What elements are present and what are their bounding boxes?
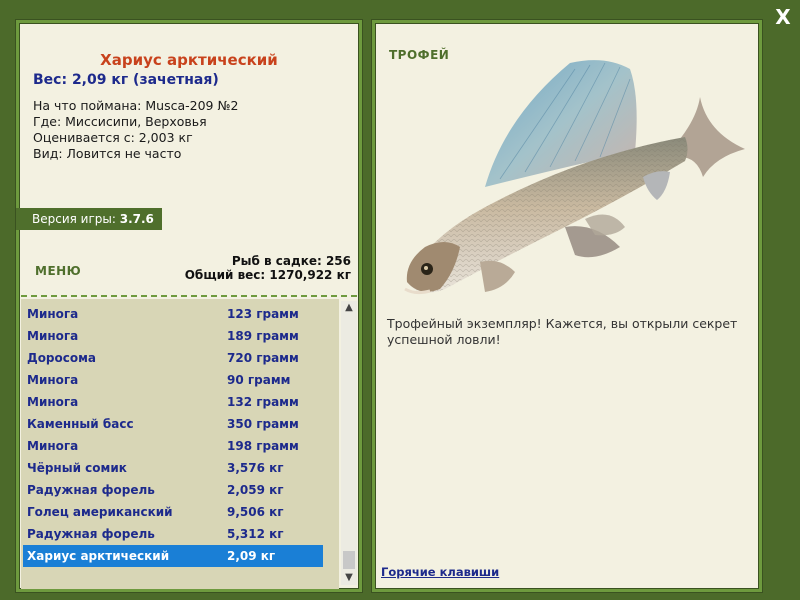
version-label: Версия игры:: [32, 212, 116, 226]
location-info: Где: Миссисипи, Верховья: [33, 114, 207, 129]
bait-info: На что поймана: Musca-209 №2: [33, 98, 239, 113]
version-value: 3.7.6: [119, 212, 154, 226]
trophy-panel: ТРОФЕЙ Трофейный экземпляр! Кажется, вы …: [372, 20, 762, 592]
fish-name: Доросома: [27, 351, 97, 365]
fish-list-row[interactable]: Доросома 720 грамм: [23, 347, 323, 369]
fish-weight-value: 189 грамм: [227, 329, 299, 343]
fish-list-row[interactable]: Радужная форель 5,312 кг: [23, 523, 323, 545]
fish-list[interactable]: Минога 123 грамм Минога 189 грамм Доросома 72…: [21, 299, 339, 589]
trophy-message: Трофейный экземпляр! Кажется, вы открыли…: [387, 316, 738, 347]
fish-weight-value: 9,506 кг: [227, 505, 284, 519]
catch-info-panel: Хариус арктический Вес: 2,09 кг (зачетна…: [16, 20, 362, 592]
fish-weight-value: 2,09 кг: [227, 549, 276, 563]
scrollbar[interactable]: ▲ ▼: [341, 301, 357, 585]
scroll-up-icon[interactable]: ▲: [341, 301, 357, 315]
version-bar: Версия игры: 3.7.6: [16, 208, 162, 230]
fish-weight-value: 3,576 кг: [227, 461, 284, 475]
grayling-fish-image: [404, 60, 745, 295]
fish-list-row[interactable]: Минога 132 грамм: [23, 391, 323, 413]
threshold-info: Оценивается с: 2,003 кг: [33, 130, 193, 145]
fish-name: Радужная форель: [27, 483, 155, 497]
fish-list-row[interactable]: Минога 198 грамм: [23, 435, 323, 457]
keepnet-count: Рыб в садке: 256: [231, 254, 351, 268]
fish-weight: Вес: 2,09 кг (зачетная): [33, 72, 219, 88]
scroll-thumb[interactable]: [343, 551, 355, 569]
fish-weight-value: 90 грамм: [227, 373, 291, 387]
divider: [21, 295, 357, 297]
fish-name: Голец американский: [27, 505, 173, 519]
fish-name: Минога: [27, 373, 79, 387]
fish-name: Чёрный сомик: [27, 461, 127, 475]
menu-button[interactable]: МЕНЮ: [35, 264, 81, 278]
fish-weight-value: 2,059 кг: [227, 483, 284, 497]
fish-weight-value: 123 грамм: [227, 307, 299, 321]
fish-list-row[interactable]: Голец американский 9,506 кг: [23, 501, 323, 523]
hotkeys-link[interactable]: Горячие клавиши: [381, 565, 499, 579]
fish-name: Каменный басс: [27, 417, 134, 431]
fish-name: Минога: [27, 395, 79, 409]
fish-list-row[interactable]: Чёрный сомик 3,576 кг: [23, 457, 323, 479]
fish-weight-value: 198 грамм: [227, 439, 299, 453]
scroll-down-icon[interactable]: ▼: [341, 571, 357, 585]
fish-list-row[interactable]: Минога 123 грамм: [23, 303, 323, 325]
fish-name: Хариус арктический: [27, 549, 170, 563]
total-weight: Общий вес: 1270,922 кг: [184, 268, 351, 282]
fish-name: Минога: [27, 329, 79, 343]
fish-list-row[interactable]: Хариус арктический 2,09 кг: [23, 545, 323, 567]
fish-weight-value: 5,312 кг: [227, 527, 284, 541]
fish-name: Минога: [27, 439, 79, 453]
rarity-info: Вид: Ловится не часто: [33, 146, 182, 161]
fish-weight-value: 720 грамм: [227, 351, 299, 365]
fish-list-row[interactable]: Каменный басс 350 грамм: [23, 413, 323, 435]
fish-list-row[interactable]: Радужная форель 2,059 кг: [23, 479, 323, 501]
close-button[interactable]: X: [770, 4, 796, 30]
fish-name: Радужная форель: [27, 527, 155, 541]
fish-title: Хариус арктический: [100, 51, 278, 69]
fish-weight-value: 350 грамм: [227, 417, 299, 431]
fish-list-row[interactable]: Минога 189 грамм: [23, 325, 323, 347]
fish-list-row[interactable]: Минога 90 грамм: [23, 369, 323, 391]
fish-name: Минога: [27, 307, 79, 321]
fish-weight-value: 132 грамм: [227, 395, 299, 409]
